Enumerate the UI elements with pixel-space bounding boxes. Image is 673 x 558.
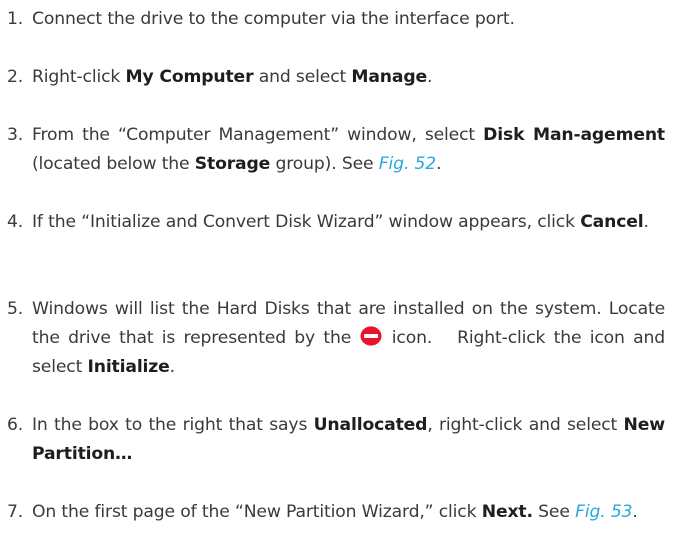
step-number: 6.: [7, 415, 24, 435]
step-text: If the “Initialize and Convert Disk Wiza…: [32, 212, 649, 232]
step-text: Connect the drive to the computer via th…: [32, 9, 515, 29]
menu-term-next: Next.: [481, 502, 533, 522]
menu-term-unallocated: Unallocated: [313, 415, 428, 435]
step-number: 5.: [7, 299, 24, 319]
step-3: 3. From the “Computer Management” window…: [7, 121, 665, 179]
step-4: 4. If the “Initialize and Convert Disk W…: [7, 208, 665, 237]
step-2: 2. Right-click My Computer and select Ma…: [7, 63, 665, 92]
menu-term-disk-management: Disk Man-agement: [483, 125, 665, 145]
menu-term-storage: Storage: [194, 153, 271, 174]
menu-term-cancel: Cancel: [580, 212, 644, 232]
step-number: 7.: [7, 502, 24, 522]
step-5: 5. Windows will list the Hard Disks that…: [7, 295, 665, 381]
figure-link[interactable]: Fig. 52: [379, 154, 436, 174]
step-number: 1.: [7, 9, 24, 29]
step-text: Right-click My Computer and select Manag…: [32, 67, 433, 87]
step-number: 4.: [7, 212, 24, 232]
menu-term-manage: Manage: [351, 67, 428, 87]
step-6: 6. In the box to the right that says Una…: [7, 411, 665, 469]
step-7: 7. On the first page of the “New Partiti…: [7, 498, 665, 527]
step-text: From the “Computer Management” window, s…: [32, 125, 665, 174]
step-text: Windows will list the Hard Disks that ar…: [32, 299, 665, 377]
menu-term-initialize: Initialize: [87, 356, 170, 377]
menu-term-my-computer: My Computer: [125, 67, 254, 87]
figure-link[interactable]: Fig. 53: [575, 502, 632, 522]
step-text: In the box to the right that says Unallo…: [32, 415, 665, 464]
step-number: 3.: [7, 125, 24, 145]
stop-disk-icon: [360, 326, 382, 346]
step-1: 1. Connect the drive to the computer via…: [7, 5, 665, 34]
step-text: On the first page of the “New Partition …: [32, 502, 638, 522]
step-number: 2.: [7, 67, 24, 87]
